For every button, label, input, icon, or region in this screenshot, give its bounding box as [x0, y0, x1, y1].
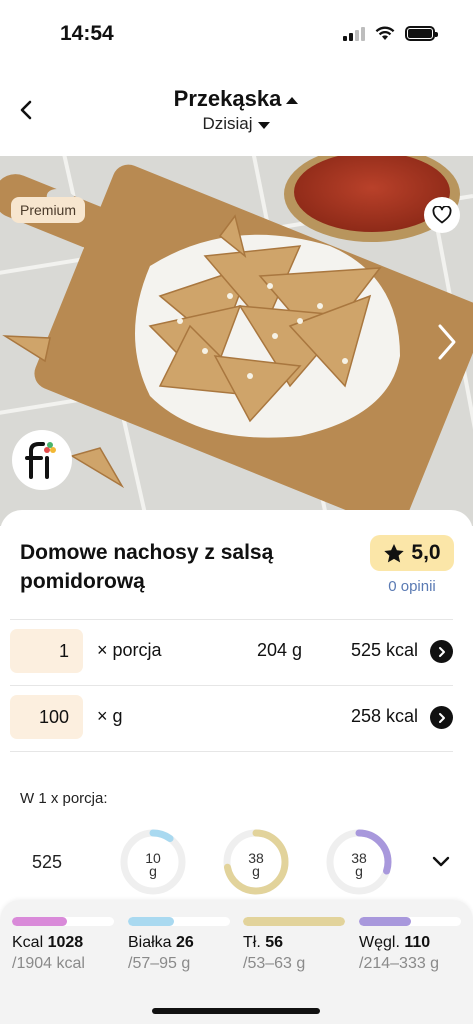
summary-label: Węgl.	[359, 934, 400, 951]
summary-range: /53–63 g	[243, 955, 306, 972]
heart-icon	[432, 206, 452, 224]
fi-logo-icon	[25, 442, 56, 479]
summary-label: Kcal	[12, 934, 44, 951]
summary-label: Białka	[128, 934, 172, 951]
summary-range: /1904 kcal	[12, 955, 85, 972]
per-portion-label: W 1 x porcja:	[20, 790, 108, 807]
caret-up-icon	[286, 97, 299, 105]
fat-ring: 38 g	[223, 829, 289, 895]
status-time: 14:54	[60, 22, 114, 45]
quantity-input[interactable]: 1	[10, 629, 83, 673]
summary-value: 26	[176, 934, 194, 951]
reviews-link[interactable]: 0 opinii	[370, 578, 454, 595]
favorite-button[interactable]	[424, 197, 460, 233]
portion-row: 1 × porcja 204 g 525 kcal	[10, 629, 453, 675]
ring-unit: g	[355, 863, 363, 879]
caret-down-icon	[257, 121, 270, 129]
summary-value: 110	[404, 934, 431, 951]
home-indicator	[152, 1008, 320, 1014]
chevron-right-icon	[438, 324, 456, 360]
date-selector[interactable]: Dzisiaj	[0, 114, 473, 134]
summary-range: /214–333 g	[359, 955, 440, 972]
carbs-ring: 38 g	[326, 829, 392, 895]
signal-icon	[343, 26, 365, 41]
add-grams-button[interactable]	[430, 706, 453, 729]
summary-protein: Białka 26 /57–95 g	[128, 917, 230, 973]
ring-unit: g	[149, 863, 157, 879]
grams-input[interactable]: 100	[10, 695, 83, 739]
kcal-value: 525 kcal	[350, 640, 418, 660]
summary-fat: Tł. 56 /53–63 g	[243, 917, 345, 973]
rating-value: 5,0	[411, 541, 441, 564]
chevron-down-icon	[432, 856, 450, 867]
unit-label: × g	[97, 706, 123, 726]
premium-badge: Premium	[11, 197, 86, 223]
divider	[10, 619, 453, 620]
brand-logo	[12, 430, 72, 490]
meal-selector[interactable]: Przekąska	[0, 86, 473, 112]
chevron-right-icon	[438, 712, 445, 723]
meal-title: Przekąska	[173, 86, 282, 111]
summary-value: 56	[265, 934, 284, 951]
battery-icon	[405, 26, 438, 41]
add-portion-button[interactable]	[430, 640, 453, 663]
rating-badge: 5,0	[370, 535, 454, 571]
progress-bar	[359, 917, 461, 926]
unit-label: × porcja	[97, 640, 162, 660]
portion-kcal: 525	[32, 852, 63, 872]
progress-bar	[243, 917, 345, 926]
divider	[10, 751, 453, 752]
wifi-icon	[375, 26, 395, 40]
summary-range: /57–95 g	[128, 955, 191, 972]
star-icon	[384, 543, 405, 562]
status-bar: 14:54	[0, 0, 473, 70]
progress-bar	[12, 917, 114, 926]
chevron-right-icon	[438, 646, 445, 657]
summary-carbs: Węgl. 110 /214–333 g	[359, 917, 461, 973]
summary-value: 1028	[47, 934, 84, 951]
progress-bar	[128, 917, 230, 926]
recipe-title: Domowe nachosy z salsą pomidorową	[20, 541, 274, 593]
status-icons	[343, 26, 438, 41]
divider	[10, 685, 453, 686]
protein-ring: 10 g	[120, 829, 186, 895]
expand-nutrition-button[interactable]	[430, 852, 452, 872]
summary-label: Tł.	[243, 934, 261, 951]
date-label: Dzisiaj	[202, 114, 253, 133]
grams-row: 100 × g 258 kcal	[10, 695, 453, 741]
ring-unit: g	[252, 863, 260, 879]
next-photo-button[interactable]	[432, 320, 462, 364]
kcal-value: 258 kcal	[350, 706, 418, 726]
summary-kcal: Kcal 1028 /1904 kcal	[12, 917, 114, 973]
grams-value: 204 g	[256, 640, 302, 660]
